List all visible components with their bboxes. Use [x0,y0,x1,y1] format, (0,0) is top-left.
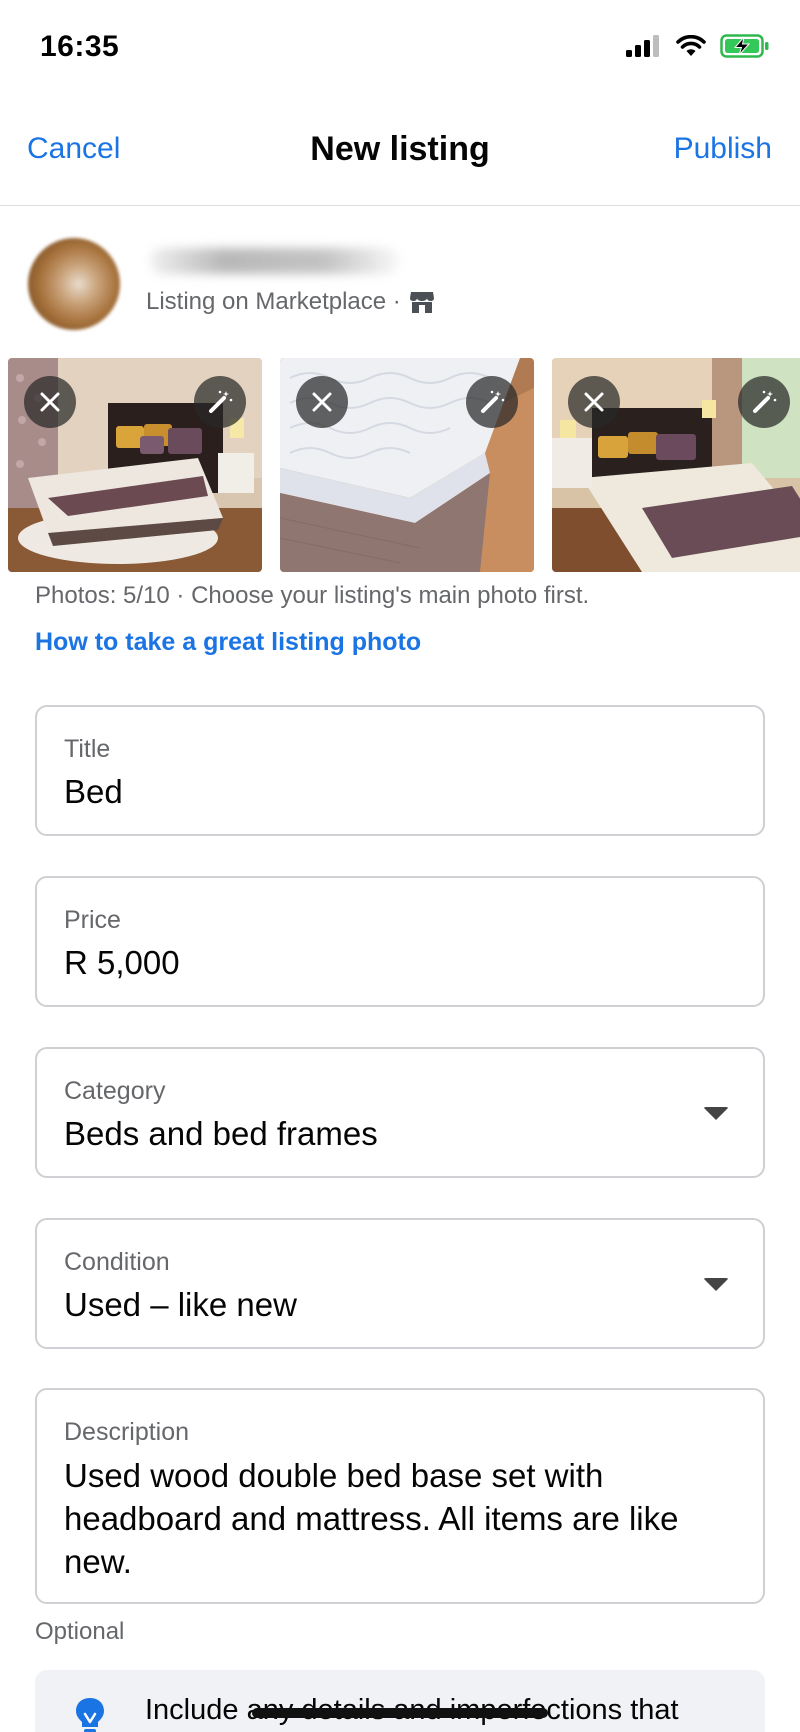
close-icon [312,392,332,412]
photo-tips-link[interactable]: How to take a great listing photo [35,628,421,657]
lightbulb-icon [76,1698,104,1732]
magic-wand-icon [209,390,233,413]
price-field[interactable]: Price R 5,000 [35,876,765,1007]
title-field[interactable]: Title Bed [35,705,765,836]
caret-down-icon [703,1278,729,1291]
condition-dropdown[interactable]: Condition Used – like new [35,1218,765,1349]
category-dropdown[interactable]: Category Beds and bed frames [35,1047,765,1178]
status-icons [626,34,770,58]
status-time: 16:35 [40,30,120,63]
listing-destination-label: Listing on Marketplace · [146,288,401,315]
battery-charging-icon [720,34,769,58]
condition-label: Condition [64,1248,170,1276]
title-value[interactable]: Bed [64,773,123,811]
listing-photo-2[interactable] [280,358,534,572]
status-bar: 16:35 [0,0,800,100]
listing-photo-3[interactable] [552,358,800,572]
marketplace-store-icon [409,292,434,313]
edit-photo-button[interactable] [738,376,790,428]
remove-photo-button[interactable] [568,376,620,428]
description-value[interactable]: Used wood double bed base set with headb… [64,1454,714,1583]
avatar [28,238,120,330]
close-icon [40,392,60,412]
price-label: Price [64,906,121,934]
description-field[interactable]: Description Used wood double bed base se… [35,1388,765,1604]
remove-photo-button[interactable] [296,376,348,428]
magic-wand-icon [753,390,777,413]
blurred-user-name [150,248,400,274]
cellular-signal-icon [626,35,659,57]
seller-profile: Listing on Marketplace · [28,236,768,332]
edit-photo-button[interactable] [194,376,246,428]
close-icon [584,392,604,412]
photo-carousel[interactable] [8,358,800,572]
remove-photo-button[interactable] [24,376,76,428]
photos-count-hint: Photos: 5/10 · Choose your listing's mai… [35,582,590,609]
listing-destination[interactable]: Listing on Marketplace · [146,288,435,316]
description-tip: Include any details and imperfections th… [35,1670,765,1732]
wifi-icon [676,35,706,56]
description-optional-note: Optional [35,1618,125,1645]
publish-button[interactable]: Publish [674,132,772,166]
price-value[interactable]: R 5,000 [64,944,180,982]
listing-photo-1[interactable] [8,358,262,572]
category-value: Beds and bed frames [64,1115,378,1152]
caret-down-icon [703,1107,729,1120]
magic-wand-icon [481,390,505,413]
condition-value: Used – like new [64,1286,297,1323]
category-label: Category [64,1077,166,1105]
nav-bar: Cancel New listing Publish [0,110,800,206]
description-label: Description [64,1418,190,1446]
edit-photo-button[interactable] [466,376,518,428]
home-indicator [252,1708,548,1718]
title-label: Title [64,735,111,763]
